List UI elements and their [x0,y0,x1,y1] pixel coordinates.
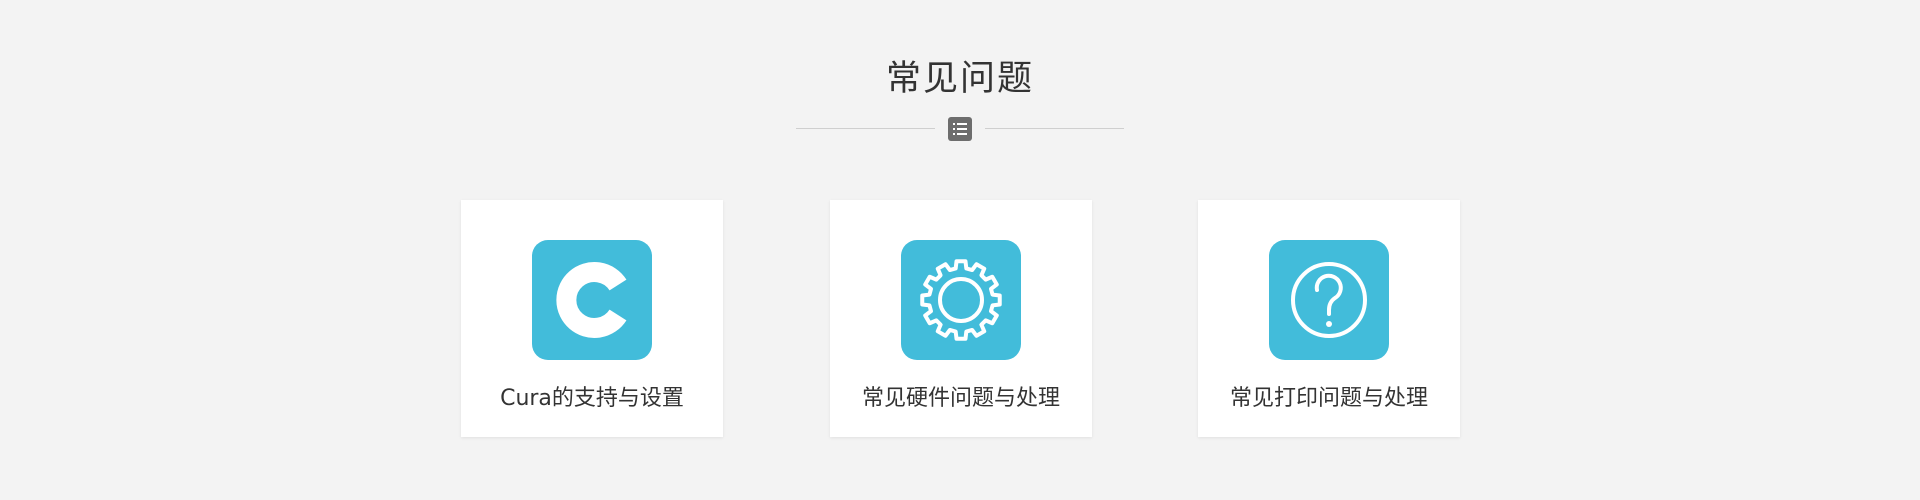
cura-c-icon [532,240,652,360]
faq-card-cura[interactable]: Cura的支持与设置 [461,200,723,437]
card-label-cura: Cura的支持与设置 [500,386,684,411]
divider-line-left [796,128,935,129]
divider-line-right [985,128,1124,129]
section-title: 常见问题 [885,59,1034,99]
faq-card-hardware[interactable]: 常见硬件问题与处理 [830,200,1092,437]
faq-card-printing[interactable]: 常见打印问题与处理 [1198,200,1460,437]
question-mark-icon [1269,240,1389,360]
title-divider [796,117,1124,141]
list-icon [948,117,972,141]
card-label-hardware: 常见硬件问题与处理 [861,386,1060,411]
card-label-printing: 常见打印问题与处理 [1229,386,1428,411]
gear-icon [901,240,1021,360]
